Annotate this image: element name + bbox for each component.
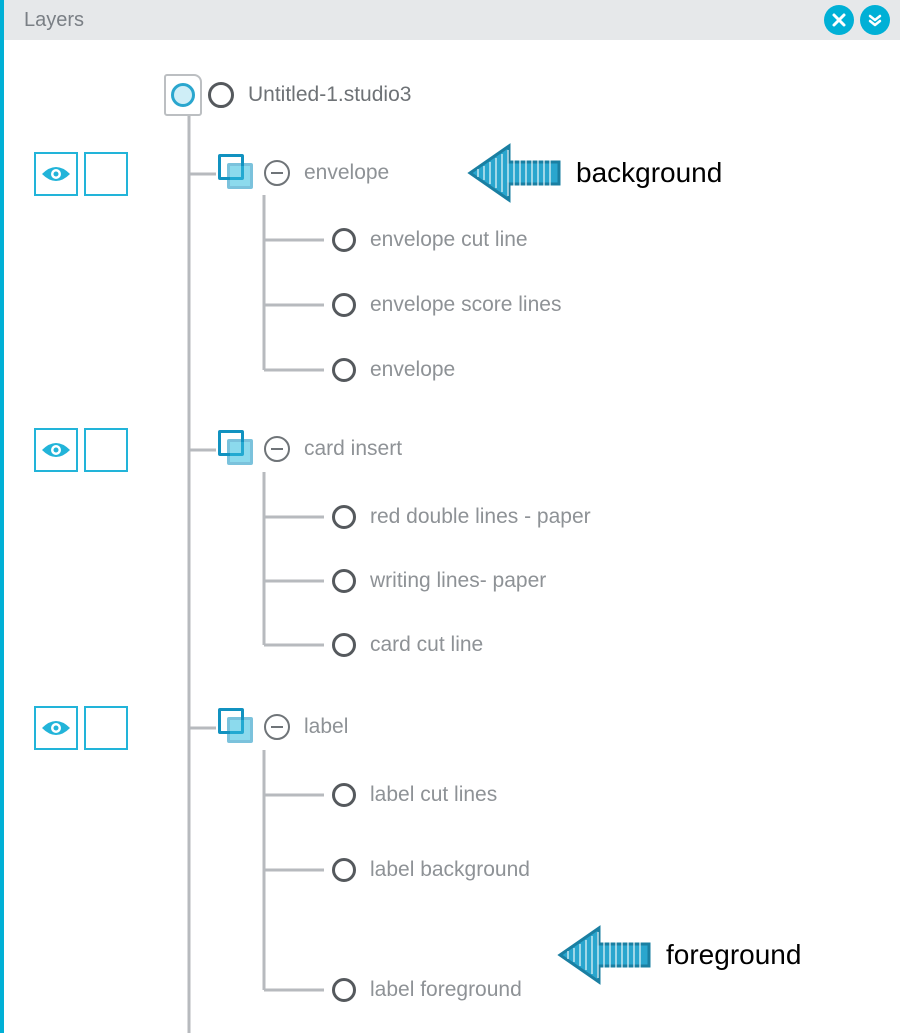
layer-label: writing lines- paper bbox=[370, 569, 546, 593]
shape-object-icon bbox=[332, 569, 356, 593]
layer-label: label background bbox=[370, 858, 530, 882]
layer-item[interactable]: writing lines- paper bbox=[332, 569, 546, 593]
layer-item[interactable]: red double lines - paper bbox=[332, 505, 591, 529]
globe-icon bbox=[171, 83, 195, 107]
collapse-toggle[interactable] bbox=[264, 436, 290, 462]
lock-toggle[interactable] bbox=[84, 428, 128, 472]
layer-item[interactable]: envelope bbox=[332, 358, 455, 382]
annotation-text: foreground bbox=[666, 939, 801, 971]
root-filename-label: Untitled-1.studio3 bbox=[248, 83, 411, 107]
shape-object-icon bbox=[332, 858, 356, 882]
layers-panel: Layers Un bbox=[0, 0, 900, 1033]
layer-item[interactable]: envelope score lines bbox=[332, 293, 561, 317]
root-file-row[interactable]: Untitled-1.studio3 bbox=[164, 74, 411, 116]
layer-group-icon bbox=[218, 430, 256, 468]
layer-label: envelope bbox=[370, 358, 455, 382]
layer-label: label foreground bbox=[370, 978, 522, 1002]
layer-label: envelope score lines bbox=[370, 293, 561, 317]
arrow-left-icon bbox=[464, 138, 564, 208]
layer-item[interactable]: envelope cut line bbox=[332, 228, 528, 252]
eye-icon bbox=[41, 718, 71, 738]
layer-visibility-controls-envelope bbox=[34, 152, 134, 196]
collapse-toggle[interactable] bbox=[264, 714, 290, 740]
layer-label: card insert bbox=[304, 437, 402, 461]
layer-item[interactable]: label background bbox=[332, 858, 530, 882]
shape-object-icon bbox=[332, 978, 356, 1002]
annotation-foreground: foreground bbox=[554, 920, 801, 990]
selection-indicator-icon bbox=[208, 82, 234, 108]
lock-toggle[interactable] bbox=[84, 706, 128, 750]
arrow-left-icon bbox=[554, 920, 654, 990]
shape-object-icon bbox=[332, 293, 356, 317]
layer-group-cardinsert[interactable]: card insert bbox=[218, 430, 402, 468]
layer-label: card cut line bbox=[370, 633, 483, 657]
file-page-icon bbox=[164, 74, 202, 116]
visibility-toggle[interactable] bbox=[34, 706, 78, 750]
layer-group-icon bbox=[218, 154, 256, 192]
layer-label: envelope bbox=[304, 161, 389, 185]
layer-visibility-controls-cardinsert bbox=[34, 428, 134, 472]
lock-toggle[interactable] bbox=[84, 152, 128, 196]
layer-group-envelope[interactable]: envelope bbox=[218, 154, 389, 192]
shape-object-icon bbox=[332, 505, 356, 529]
layer-visibility-controls-label bbox=[34, 706, 134, 750]
layer-group-label[interactable]: label bbox=[218, 708, 348, 746]
shape-object-icon bbox=[332, 228, 356, 252]
layer-group-icon bbox=[218, 708, 256, 746]
layer-label: label bbox=[304, 715, 348, 739]
layer-item[interactable]: label foreground bbox=[332, 978, 522, 1002]
shape-object-icon bbox=[332, 358, 356, 382]
shape-object-icon bbox=[332, 783, 356, 807]
shape-object-icon bbox=[332, 633, 356, 657]
eye-icon bbox=[41, 164, 71, 184]
annotation-text: background bbox=[576, 157, 722, 189]
layer-label: red double lines - paper bbox=[370, 505, 591, 529]
layer-item[interactable]: card cut line bbox=[332, 633, 483, 657]
layer-label: label cut lines bbox=[370, 783, 497, 807]
layer-label: envelope cut line bbox=[370, 228, 528, 252]
visibility-toggle[interactable] bbox=[34, 428, 78, 472]
collapse-toggle[interactable] bbox=[264, 160, 290, 186]
annotation-background: background bbox=[464, 138, 722, 208]
layer-item[interactable]: label cut lines bbox=[332, 783, 497, 807]
eye-icon bbox=[41, 440, 71, 460]
visibility-toggle[interactable] bbox=[34, 152, 78, 196]
